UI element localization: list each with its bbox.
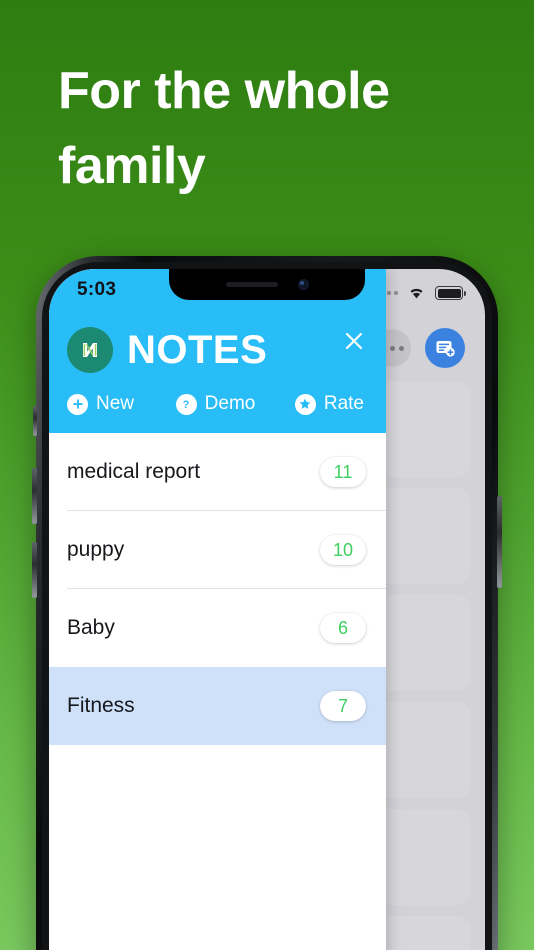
compose-icon	[436, 341, 455, 357]
notes-action-bar: New ? Demo Rate	[49, 383, 386, 433]
new-note-label: New	[96, 393, 135, 414]
battery-icon	[435, 286, 466, 300]
question-circle-icon: ?	[175, 393, 197, 415]
status-bar-time: 5:03	[77, 279, 117, 300]
star-glyph-icon	[300, 398, 311, 409]
note-list-item[interactable]: medical report 11	[49, 433, 386, 511]
notes-title-row: NOTES	[49, 311, 386, 383]
note-count-badge: 7	[320, 691, 366, 721]
note-title: Fitness	[67, 694, 135, 717]
volume-down-button[interactable]	[32, 542, 37, 598]
rate-label: Rate	[323, 393, 364, 414]
app-logo-icon	[67, 327, 113, 373]
note-list-item[interactable]: puppy 10	[49, 511, 386, 589]
close-button[interactable]	[340, 327, 368, 355]
svg-text:?: ?	[183, 399, 190, 411]
note-list-item-selected[interactable]: Fitness 7	[49, 667, 386, 745]
volume-up-button[interactable]	[32, 468, 37, 524]
star-circle-icon	[294, 393, 316, 415]
note-count-badge: 6	[320, 613, 366, 643]
note-count-badge: 10	[320, 535, 366, 565]
plus-glyph-icon	[72, 399, 83, 409]
new-note-button[interactable]: New	[67, 393, 166, 415]
promo-headline: For the whole family	[58, 54, 478, 205]
close-icon	[345, 332, 363, 350]
headline-line-1: For the whole	[58, 62, 390, 120]
app-title: NOTES	[127, 328, 268, 372]
demo-label: Demo	[204, 393, 256, 414]
notes-list: medical report 11 puppy 10 Baby 6 Fitnes…	[49, 433, 386, 950]
note-title: puppy	[67, 538, 125, 561]
wifi-icon	[410, 288, 423, 299]
logo-n-glyph-icon	[83, 343, 97, 357]
power-button[interactable]	[497, 496, 502, 588]
question-glyph-icon: ?	[183, 399, 190, 411]
phone-mockup: + + + + + + 5:03	[32, 256, 502, 950]
silent-switch-button[interactable]	[33, 406, 37, 436]
phone-screen: + + + + + + 5:03	[49, 269, 485, 950]
compose-note-button[interactable]	[425, 328, 465, 368]
notes-overlay-panel: 5:03 NOTES New ? Demo Rate medical repor…	[49, 269, 386, 950]
phone-notch	[169, 269, 365, 300]
headline-line-2: family	[58, 137, 206, 196]
plus-circle-icon	[67, 393, 88, 415]
earpiece-speaker-icon	[225, 282, 278, 287]
rate-button[interactable]: Rate	[265, 393, 364, 415]
note-title: Baby	[67, 616, 115, 639]
front-camera-icon	[297, 279, 309, 290]
note-list-item[interactable]: Baby 6	[49, 589, 386, 667]
demo-button[interactable]: ? Demo	[166, 393, 265, 415]
row-separator	[67, 744, 386, 745]
note-count-badge: 11	[320, 457, 366, 487]
note-title: medical report	[67, 460, 201, 483]
